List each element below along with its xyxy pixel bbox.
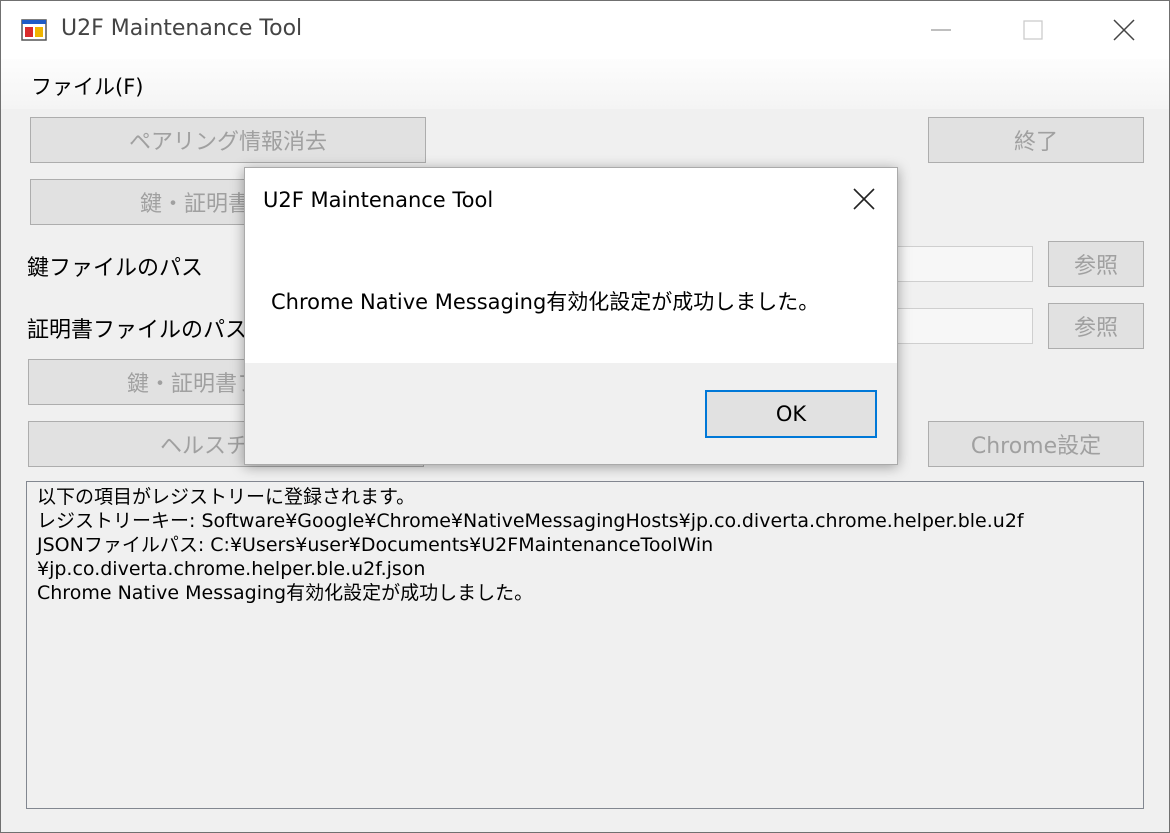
ok-button[interactable]: OK — [705, 390, 877, 438]
menu-file[interactable]: ファイル(F) — [31, 71, 143, 101]
title-bar[interactable]: U2F Maintenance Tool — [1, 1, 1169, 59]
close-icon — [1113, 19, 1135, 41]
log-line: レジストリーキー: Software¥Google¥Chrome¥NativeM… — [37, 510, 1024, 532]
minimize-icon — [931, 29, 951, 31]
exit-button[interactable]: 終了 — [928, 117, 1144, 163]
key-file-path-label: 鍵ファイルのパス — [27, 256, 204, 281]
dialog-message: Chrome Native Messaging有効化設定が成功しました。 — [271, 290, 820, 314]
browse-cert-button[interactable]: 参照 — [1048, 303, 1144, 349]
menu-bar: ファイル(F) — [1, 59, 1169, 109]
dialog-title: U2F Maintenance Tool — [263, 188, 494, 212]
close-icon — [853, 188, 875, 210]
minimize-button[interactable] — [895, 1, 987, 59]
window-title: U2F Maintenance Tool — [61, 16, 303, 41]
browse-key-button[interactable]: 参照 — [1048, 241, 1144, 287]
message-dialog: U2F Maintenance Tool Chrome Native Messa… — [244, 167, 898, 465]
log-line: ¥jp.co.diverta.chrome.helper.ble.u2f.jso… — [37, 558, 426, 580]
log-line: 以下の項目がレジストリーに登録されます。 — [37, 486, 416, 508]
dialog-footer: OK — [245, 363, 897, 464]
maximize-button[interactable] — [987, 1, 1079, 59]
maximize-icon — [1023, 20, 1043, 40]
clear-pairing-button[interactable]: ペアリング情報消去 — [30, 117, 426, 163]
log-line: Chrome Native Messaging有効化設定が成功しました。 — [37, 582, 534, 604]
chrome-settings-button[interactable]: Chrome設定 — [928, 421, 1144, 467]
log-line: JSONファイルパス: C:¥Users¥user¥Documents¥U2FM… — [37, 534, 714, 556]
close-button[interactable] — [1078, 1, 1169, 59]
app-window-icon — [21, 19, 47, 41]
cert-file-path-label: 証明書ファイルのパス — [27, 318, 248, 343]
main-window: U2F Maintenance Tool ファイル(F) ペアリング情報消去 終… — [0, 0, 1170, 833]
log-textarea[interactable]: 以下の項目がレジストリーに登録されます。 レジストリーキー: Software¥… — [26, 481, 1144, 809]
dialog-close-button[interactable] — [845, 182, 883, 216]
